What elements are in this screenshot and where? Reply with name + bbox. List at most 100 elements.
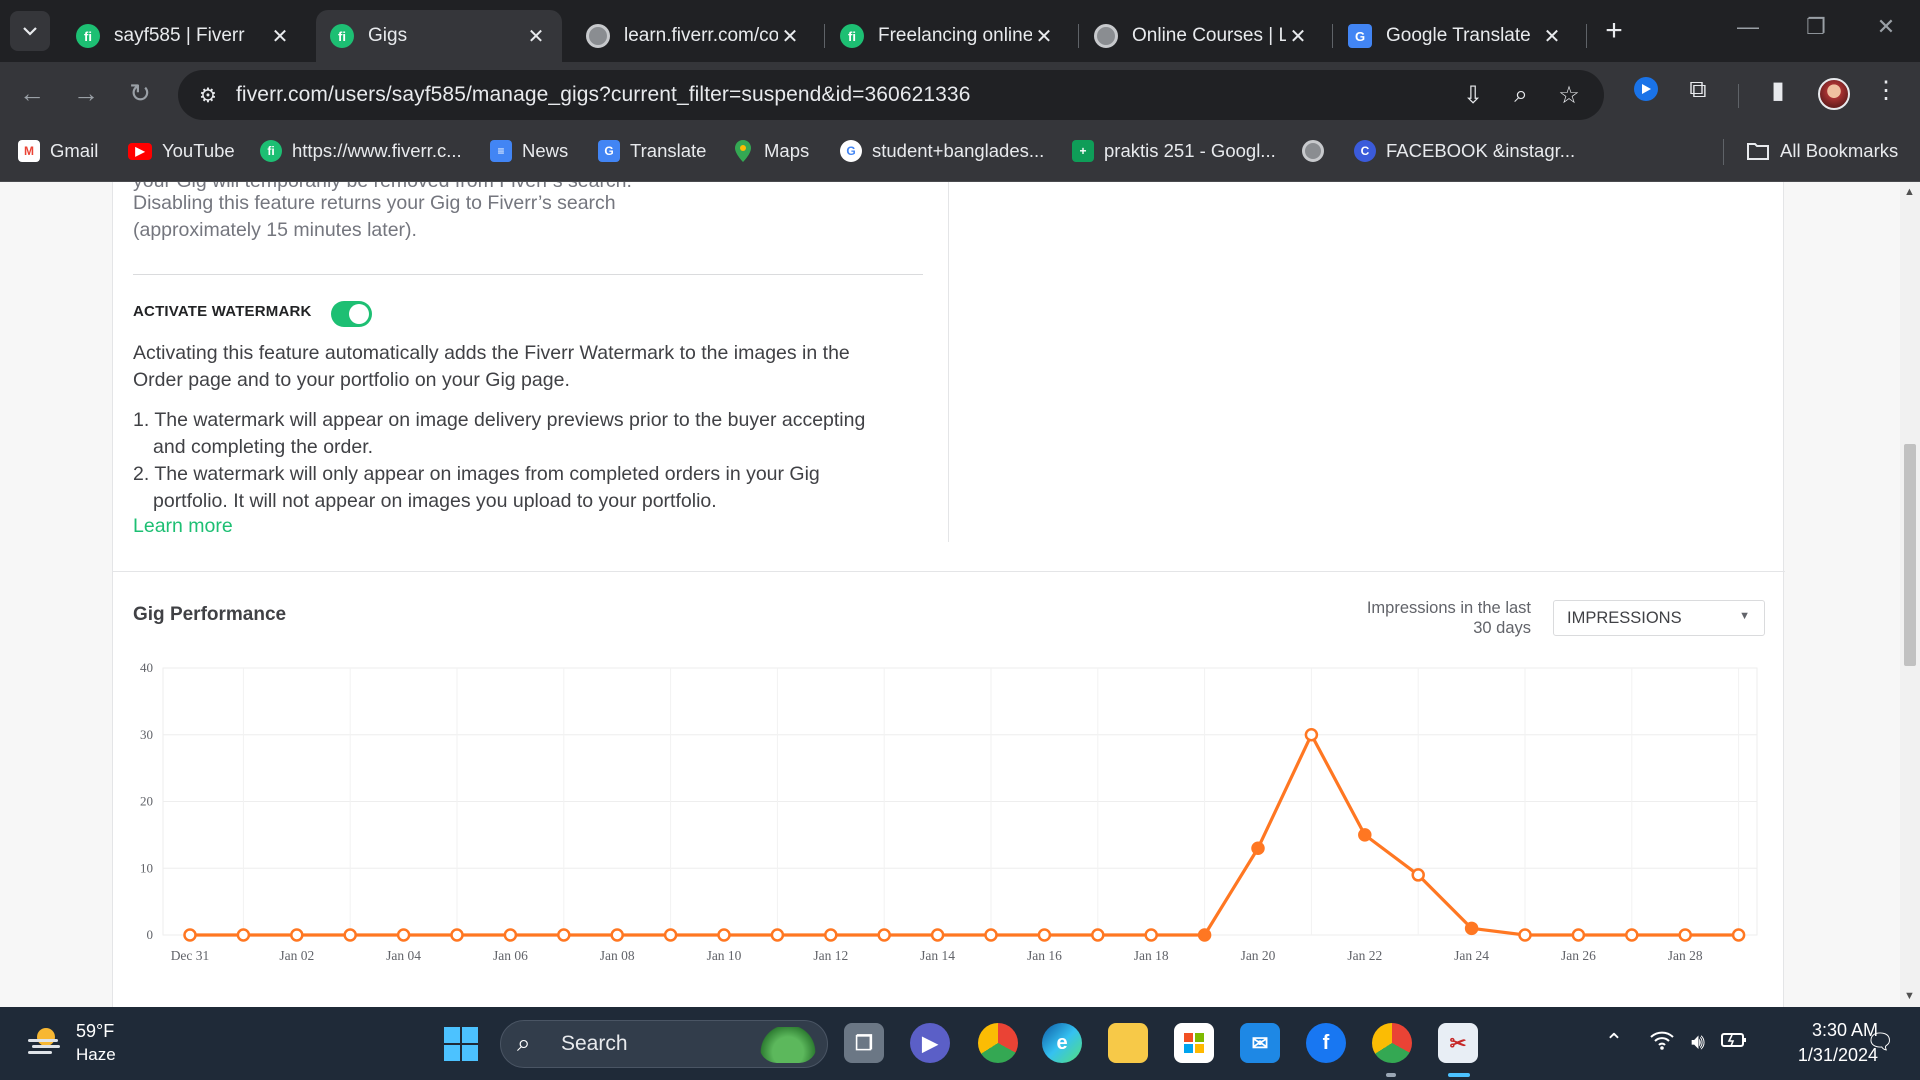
- canva-icon: C: [1354, 140, 1376, 162]
- active-indicator: [1448, 1073, 1470, 1077]
- chrome-profile-icon[interactable]: [978, 1023, 1018, 1063]
- google-news-icon: ≡: [490, 140, 512, 162]
- y-tick-label: 40: [140, 660, 153, 675]
- profile-avatar[interactable]: [1818, 78, 1850, 110]
- bookmark-translate[interactable]: G Translate: [598, 127, 706, 175]
- data-point: [396, 928, 411, 942]
- disable-desc-line: (approximately 15 minutes later).: [133, 219, 417, 241]
- bookmark-student[interactable]: G student+banglades...: [840, 127, 1044, 175]
- windows-start-icon[interactable]: [444, 1027, 478, 1061]
- bookmark-fiverr[interactable]: fi https://www.fiverr.c...: [260, 127, 462, 175]
- tab-online-courses[interactable]: Online Courses | Le ✕: [1080, 10, 1324, 62]
- search-highlight-icon: [759, 1027, 817, 1063]
- fiverr-icon: fi: [840, 24, 864, 48]
- forward-icon[interactable]: →: [68, 78, 104, 109]
- bookmark-news[interactable]: ≡ News: [490, 127, 568, 175]
- window-close-icon[interactable]: ✕: [1866, 14, 1906, 40]
- bookmark-youtube[interactable]: ▶ YouTube: [128, 127, 235, 175]
- all-bookmarks-label: All Bookmarks: [1780, 140, 1899, 161]
- bookmark-praktis[interactable]: + praktis 251 - Googl...: [1072, 127, 1276, 175]
- new-tab-button[interactable]: +: [1596, 14, 1632, 48]
- watermark-toggle[interactable]: [331, 301, 372, 327]
- address-bar[interactable]: ⚙ fiverr.com/users/sayf585/manage_gigs?c…: [178, 70, 1604, 120]
- scrollbar-thumb[interactable]: [1904, 444, 1916, 666]
- facebook-icon[interactable]: f: [1306, 1023, 1346, 1063]
- impressions-label-line: 30 days: [1473, 619, 1531, 637]
- metric-select[interactable]: IMPRESSIONS ▼: [1553, 600, 1765, 636]
- weather-description[interactable]: Haze: [76, 1045, 116, 1065]
- bookmark-label: FACEBOOK &instagr...: [1386, 140, 1576, 161]
- volume-icon[interactable]: 🔊︎: [1682, 1029, 1714, 1055]
- all-bookmarks-button[interactable]: All Bookmarks: [1746, 127, 1898, 175]
- close-icon[interactable]: ✕: [778, 24, 802, 49]
- running-indicator: [1386, 1073, 1396, 1077]
- folder-icon: [1747, 143, 1769, 160]
- edge-icon[interactable]: e: [1042, 1023, 1082, 1063]
- tab-sayf585-fiverr[interactable]: fi sayf585 | Fiverr ✕: [62, 10, 306, 62]
- tab-title: Online Courses | Le: [1132, 25, 1286, 46]
- data-point: [236, 928, 251, 942]
- teams-chat-icon[interactable]: ▶: [910, 1023, 950, 1063]
- notifications-icon[interactable]: 🗨︎: [1864, 1029, 1896, 1055]
- close-icon[interactable]: ✕: [524, 24, 548, 49]
- tab-separator: [1586, 24, 1587, 48]
- bookmark-maps[interactable]: Maps: [732, 127, 809, 175]
- globe-icon: [1302, 140, 1324, 162]
- tab-separator: [824, 24, 825, 48]
- extension-icon[interactable]: [1628, 76, 1664, 109]
- back-icon[interactable]: ←: [14, 78, 50, 109]
- bookmark-globe[interactable]: [1302, 127, 1334, 175]
- side-panel-icon[interactable]: ▮: [1760, 76, 1796, 105]
- reload-icon[interactable]: ↻: [122, 78, 158, 109]
- tab-learn-fiverr[interactable]: learn.fiverr.com/co ✕: [572, 10, 816, 62]
- haze-weather-icon[interactable]: [26, 1025, 62, 1055]
- extensions-puzzle-icon[interactable]: ⧉: [1680, 76, 1716, 104]
- tab-freelancing-online[interactable]: fi Freelancing online ✕: [826, 10, 1070, 62]
- show-hidden-icons-chevron[interactable]: ⌃: [1598, 1029, 1630, 1055]
- page-scrollbar[interactable]: ▲ ▼: [1900, 182, 1920, 1007]
- zoom-icon[interactable]: ⌕: [1506, 81, 1536, 109]
- watermark-list-item-1-cont: and completing the order.: [153, 436, 374, 458]
- globe-icon: [586, 24, 610, 48]
- scroll-down-arrow-icon[interactable]: ▼: [1904, 990, 1915, 1002]
- x-tick-label: Jan 28: [1668, 948, 1703, 963]
- tab-title: Gigs: [368, 25, 408, 46]
- file-explorer-icon[interactable]: [1108, 1023, 1148, 1063]
- battery-icon[interactable]: [1718, 1029, 1750, 1055]
- install-app-icon[interactable]: ⇩: [1458, 81, 1488, 110]
- microsoft-store-icon[interactable]: [1174, 1023, 1214, 1063]
- globe-icon: [1094, 24, 1118, 48]
- restore-icon[interactable]: ❐: [1796, 14, 1836, 40]
- data-point: [824, 928, 838, 942]
- clock-time[interactable]: 3:30 AM: [1768, 1020, 1878, 1041]
- menu-kebab-icon[interactable]: ⋮: [1868, 76, 1904, 105]
- tab-gigs[interactable]: fi Gigs ✕: [316, 10, 562, 62]
- watermark-list-item-2-cont: portfolio. It will not appear on images …: [153, 490, 717, 512]
- weather-temperature[interactable]: 59°F: [76, 1021, 114, 1042]
- task-view-icon[interactable]: ❐: [844, 1023, 884, 1063]
- mail-icon[interactable]: ✉: [1240, 1023, 1280, 1063]
- site-settings-icon[interactable]: ⚙: [192, 83, 224, 108]
- tab-search-button[interactable]: [10, 11, 50, 51]
- close-icon[interactable]: ✕: [268, 24, 292, 49]
- tab-google-translate[interactable]: G Google Translate ✕: [1334, 10, 1578, 62]
- snipping-tool-icon[interactable]: ✂: [1438, 1023, 1478, 1063]
- bookmark-gmail[interactable]: M Gmail: [18, 127, 98, 175]
- bookmark-label: praktis 251 - Googl...: [1104, 140, 1276, 161]
- learn-more-link[interactable]: Learn more: [133, 515, 233, 538]
- chrome-icon[interactable]: [1372, 1023, 1412, 1063]
- clock-date[interactable]: 1/31/2024: [1768, 1045, 1878, 1066]
- close-icon[interactable]: ✕: [1032, 24, 1056, 49]
- close-icon[interactable]: ✕: [1286, 24, 1310, 49]
- taskbar-search[interactable]: ⌕ Search: [500, 1020, 828, 1068]
- data-point: [1411, 868, 1425, 882]
- minimize-icon[interactable]: —: [1728, 14, 1768, 40]
- bookmark-label: News: [522, 140, 569, 161]
- close-icon[interactable]: ✕: [1540, 24, 1564, 49]
- x-tick-label: Jan 26: [1561, 948, 1596, 963]
- wifi-icon[interactable]: [1646, 1029, 1678, 1057]
- bookmark-star-icon[interactable]: ☆: [1554, 81, 1584, 110]
- bookmark-facebook-instagram[interactable]: C FACEBOOK &instagr...: [1354, 127, 1575, 175]
- url-text[interactable]: fiverr.com/users/sayf585/manage_gigs?cur…: [236, 83, 971, 107]
- scroll-up-arrow-icon[interactable]: ▲: [1904, 186, 1915, 198]
